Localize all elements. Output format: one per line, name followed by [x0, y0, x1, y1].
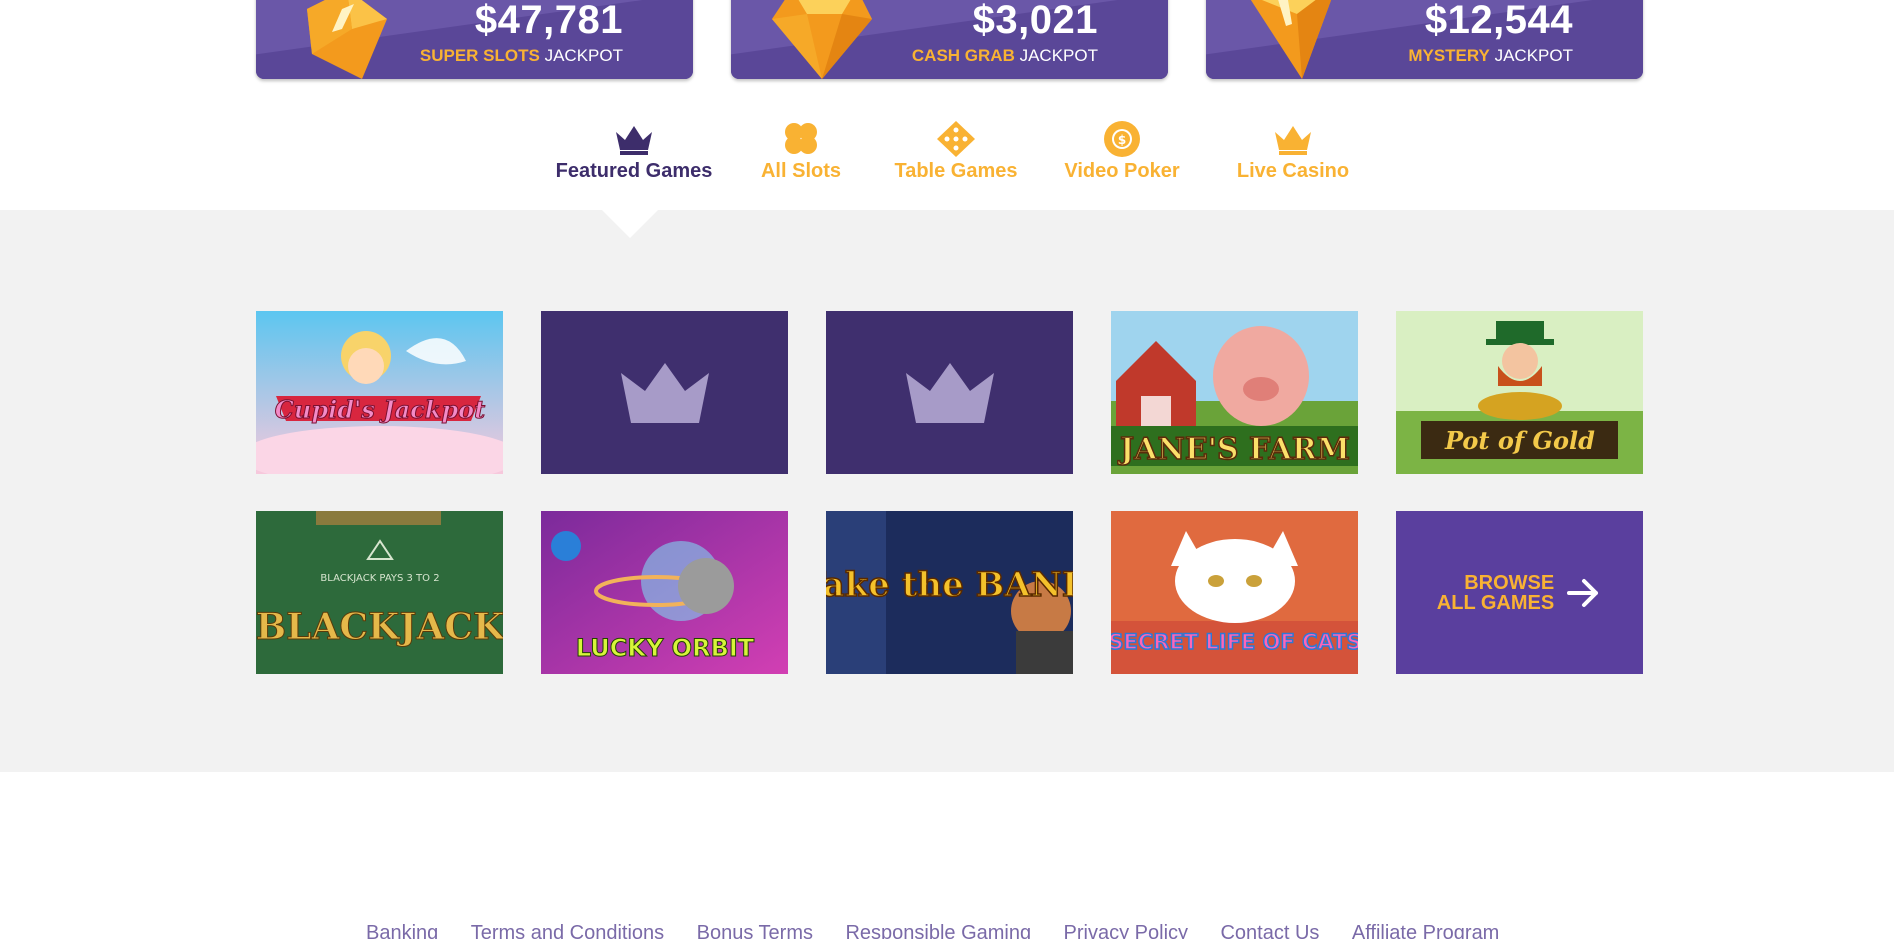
footer-link-privacy[interactable]: Privacy Policy — [1064, 922, 1188, 939]
cone-gem-icon — [1250, 0, 1332, 79]
game-title: Pot of Gold — [1444, 426, 1595, 455]
tab-label: Featured Games — [555, 160, 713, 182]
game-title: LUCKY ORBIT — [576, 634, 755, 662]
jackpot-suffix: JACKPOT — [1494, 46, 1573, 65]
game-tile-lucky-orbit[interactable]: LUCKY ORBIT — [541, 511, 788, 674]
footer-link-affiliate[interactable]: Affiliate Program — [1352, 922, 1499, 939]
game-tile-pot-of-gold[interactable]: Pot of Gold — [1396, 311, 1643, 474]
jackpot-suffix: JACKPOT — [1019, 46, 1098, 65]
game-title: SECRET LIFE OF CATS — [1111, 630, 1358, 654]
jackpot-super-slots[interactable]: $47,781 SUPER SLOTS JACKPOT — [256, 0, 693, 79]
page: $47,781 SUPER SLOTS JACKPOT $3,021 CASH … — [0, 0, 1894, 939]
tab-label: All Slots — [760, 160, 841, 182]
game-title: Cupid's Jackpot — [275, 395, 485, 424]
tab-table-games[interactable]: Table Games — [888, 120, 1024, 183]
browse-line-1: BROWSE — [1464, 571, 1555, 594]
tab-all-slots[interactable]: All Slots — [746, 120, 856, 183]
jackpot-name: SUPER SLOTS — [419, 46, 540, 65]
browse-label: BROWSE ALL GAMES — [1437, 573, 1554, 613]
jackpot-name: MYSTERY — [1408, 46, 1490, 65]
jackpot-cash-grab[interactable]: $3,021 CASH GRAB JACKPOT — [731, 0, 1168, 79]
tab-video-poker[interactable]: $ Video Poker — [1057, 120, 1187, 183]
game-tile-cupids-jackpot[interactable]: Cupid's Jackpot — [256, 311, 503, 474]
svg-text:$: $ — [1118, 133, 1126, 147]
game-tile-blackjack[interactable]: BLACKJACK PAYS 3 TO 2 BLACKJACK — [256, 511, 503, 674]
game-title: Take the BANK — [826, 565, 1073, 605]
crown-icon — [541, 311, 788, 474]
game-tile-take-the-bank[interactable]: Take the BANK — [826, 511, 1073, 674]
footer-link-banking[interactable]: Banking — [366, 922, 438, 939]
tab-live-casino[interactable]: Live Casino — [1223, 120, 1363, 183]
chip-icon: $ — [1104, 121, 1140, 157]
jackpot-suffix: JACKPOT — [544, 46, 623, 65]
jackpot-label: MYSTERY JACKPOT — [1408, 46, 1573, 66]
diamond-icon — [772, 0, 872, 79]
game-tile-placeholder[interactable] — [826, 311, 1073, 474]
game-tile-janes-farm[interactable]: JANE'S FARM — [1111, 311, 1358, 474]
dice-icon — [937, 121, 975, 157]
tab-featured-games[interactable]: Featured Games — [549, 120, 719, 183]
jackpot-label: CASH GRAB JACKPOT — [912, 46, 1098, 66]
tab-label: Video Poker — [1064, 160, 1180, 182]
arrow-right-icon — [1567, 578, 1599, 607]
browse-all-games-button[interactable]: BROWSE ALL GAMES — [1396, 511, 1643, 674]
jackpot-amount: $12,544 — [1424, 0, 1573, 42]
game-tile-placeholder[interactable] — [541, 311, 788, 474]
jackpot-row: $47,781 SUPER SLOTS JACKPOT $3,021 CASH … — [256, 0, 1643, 80]
jackpot-amount: $3,021 — [972, 0, 1098, 42]
games-area — [0, 210, 1894, 772]
jackpot-name: CASH GRAB — [911, 46, 1015, 65]
svg-text:BLACKJACK PAYS 3 TO 2: BLACKJACK PAYS 3 TO 2 — [320, 573, 439, 584]
footer-link-bonus-terms[interactable]: Bonus Terms — [697, 922, 813, 939]
footer-link-terms[interactable]: Terms and Conditions — [471, 922, 664, 939]
clover-icon — [785, 123, 817, 154]
game-tile-secret-life-of-cats[interactable]: SECRET LIFE OF CATS — [1111, 511, 1358, 674]
active-tab-pointer — [602, 210, 658, 238]
jackpot-mystery[interactable]: $12,544 MYSTERY JACKPOT — [1206, 0, 1643, 79]
jackpot-label: SUPER SLOTS JACKPOT — [420, 46, 623, 66]
footer-link-responsible-gaming[interactable]: Responsible Gaming — [845, 922, 1031, 939]
crown-icon — [616, 126, 652, 155]
jackpot-amount: $47,781 — [474, 0, 623, 42]
footer-link-contact[interactable]: Contact Us — [1220, 922, 1319, 939]
browse-line-2: ALL GAMES — [1436, 591, 1555, 614]
crown-icon — [826, 311, 1073, 474]
game-title: JANE'S FARM — [1117, 432, 1350, 467]
footer-links: Banking Terms and Conditions Bonus Terms… — [366, 922, 1527, 939]
tab-label: Table Games — [894, 160, 1018, 182]
tab-label: Live Casino — [1236, 160, 1350, 182]
crown-icon — [1275, 126, 1311, 155]
game-title: BLACKJACK — [256, 606, 503, 648]
gem-icon — [307, 0, 387, 79]
